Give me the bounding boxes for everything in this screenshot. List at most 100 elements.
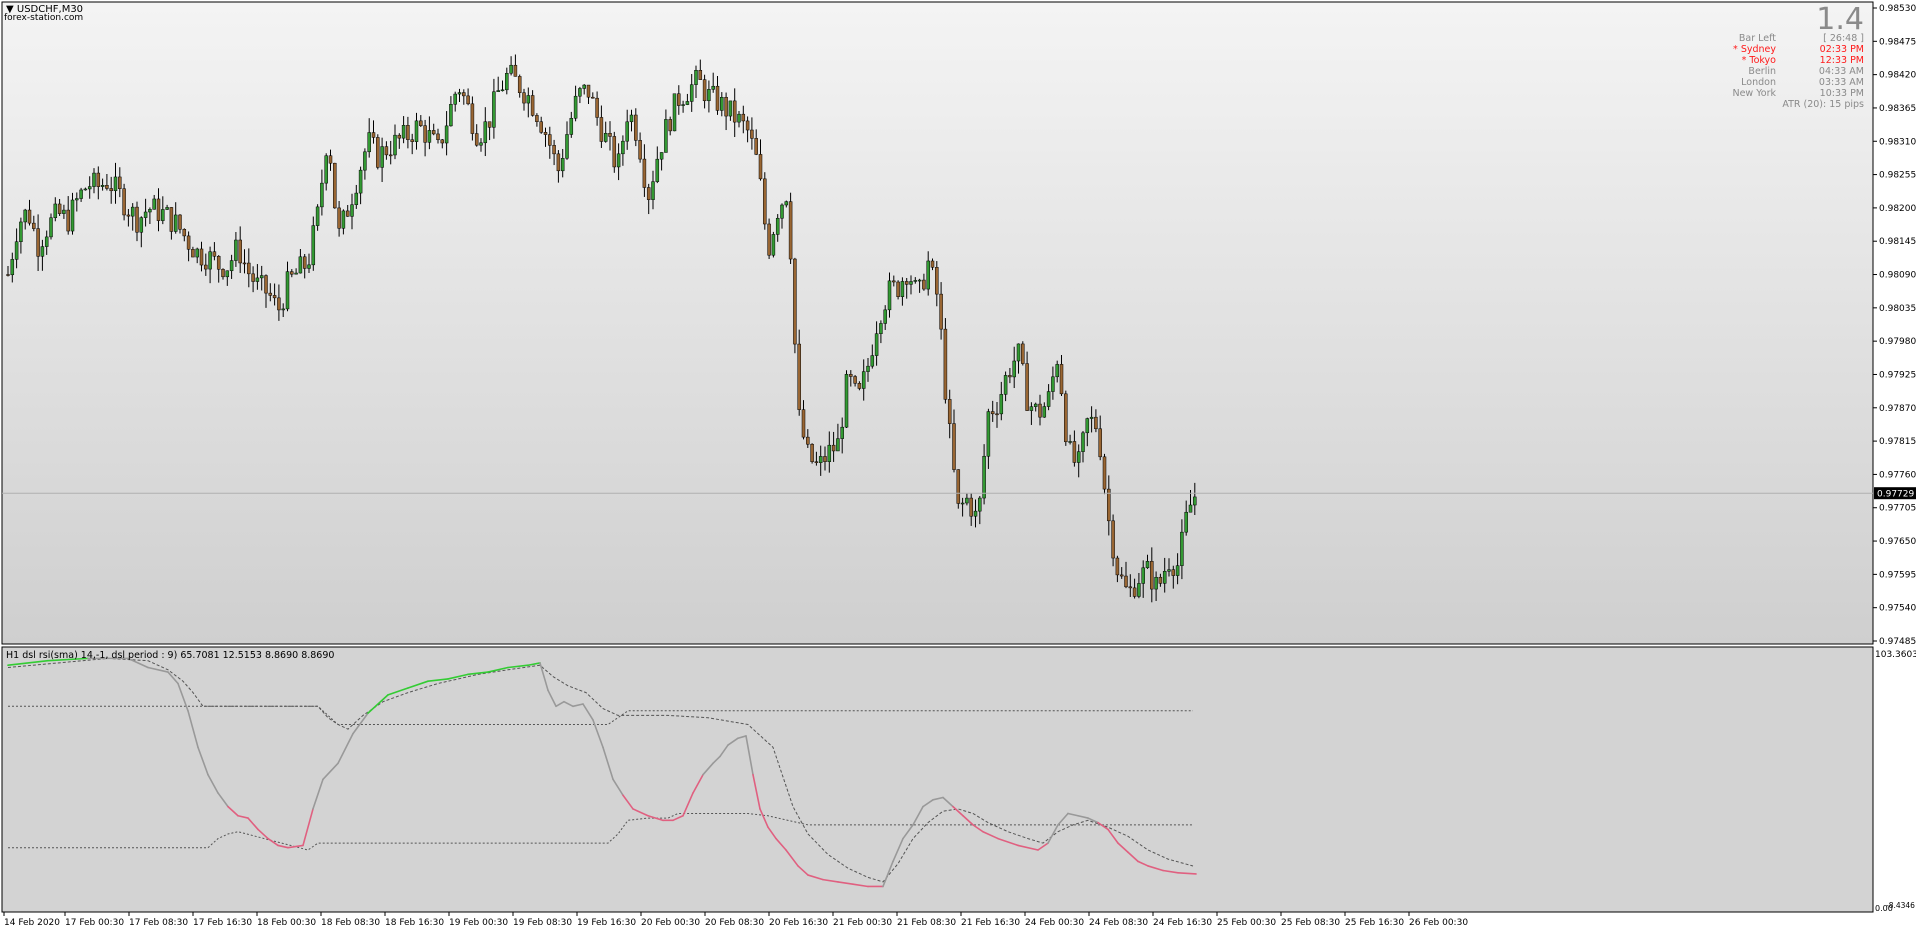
candle-body <box>182 229 187 237</box>
candle-body <box>440 139 445 144</box>
chart-canvas[interactable]: 0.98530 0.98475 0.98420 0.98365 0.98310 0.982… <box>0 0 1916 933</box>
time-tick-label: 19 Feb 16:30 <box>577 918 636 928</box>
candle-body <box>569 118 574 135</box>
candle-body <box>638 140 642 160</box>
candle-body <box>990 411 995 415</box>
candle-body <box>973 510 978 517</box>
candle-body <box>259 275 264 279</box>
candle-body <box>702 79 707 102</box>
time-tick-label: 20 Feb 16:30 <box>769 918 828 928</box>
candle-body <box>333 162 337 209</box>
candle-body <box>732 100 737 123</box>
candle-body <box>1124 575 1128 588</box>
price-tick-label: 0.98200 <box>1879 204 1916 214</box>
price-tick-label: 0.98475 <box>1879 37 1916 47</box>
price-tick-label: 0.98530 <box>1879 4 1916 14</box>
candle-body <box>552 145 556 155</box>
candle-body <box>586 84 591 98</box>
candle-body <box>221 269 225 278</box>
candle-body <box>1132 587 1137 597</box>
candle-body <box>806 436 810 445</box>
candle-body <box>247 262 251 275</box>
session-row: London 03:33 AM <box>1732 77 1864 88</box>
time-tick-label: 19 Feb 00:30 <box>449 918 508 928</box>
candle-body <box>466 95 470 105</box>
price-tick-label: 0.98420 <box>1879 71 1916 81</box>
candle-body <box>457 92 462 95</box>
time-tick-label: 17 Feb 08:30 <box>129 918 188 928</box>
session-row: * Tokyo 12:33 PM <box>1732 55 1864 66</box>
candle-body <box>922 279 926 290</box>
candle-body <box>487 121 492 128</box>
session-label: Bar Left <box>1738 33 1776 44</box>
candle-body <box>505 73 509 91</box>
price-tick-label: 0.97540 <box>1879 604 1916 614</box>
time-tick-label: 20 Feb 08:30 <box>705 918 764 928</box>
candle-body <box>711 85 715 90</box>
candle-body <box>595 97 599 118</box>
candle-body <box>616 153 621 168</box>
candle-body <box>1180 531 1184 566</box>
candle-body <box>646 187 651 200</box>
candle-body <box>771 234 776 256</box>
session-row: Bar Left [ 26:48 ] <box>1732 33 1864 44</box>
candle-body <box>853 376 857 384</box>
candle-body <box>599 117 604 142</box>
price-tick-label: 0.97760 <box>1879 470 1916 480</box>
candle-body <box>849 374 853 377</box>
candle-body <box>79 189 83 199</box>
candle-body <box>1154 576 1158 590</box>
candle-body <box>384 146 389 156</box>
candle-body <box>315 206 320 226</box>
candle-body <box>1051 376 1055 392</box>
candle-body <box>307 264 311 269</box>
candle-body <box>1184 511 1188 533</box>
candle-body <box>621 140 625 155</box>
candle-body <box>57 203 62 214</box>
candle-body <box>1076 451 1081 463</box>
candle-body <box>1081 432 1085 452</box>
candle-body <box>659 152 664 160</box>
candle-body <box>612 136 617 168</box>
price-tick-label: 0.97595 <box>1879 570 1916 580</box>
candle-body <box>1068 441 1072 443</box>
candle-body <box>664 119 668 153</box>
candle-body <box>255 277 260 282</box>
candle-body <box>1137 583 1141 597</box>
candle-body <box>294 272 298 275</box>
candle-body <box>96 172 101 187</box>
candle-body <box>556 153 561 172</box>
candle-body <box>23 209 27 223</box>
candle-body <box>1094 416 1098 430</box>
candle-body <box>840 426 844 439</box>
candle-body <box>462 92 466 97</box>
candle-body <box>952 423 956 470</box>
candle-body <box>436 133 440 141</box>
price-tick-label: 0.98365 <box>1879 104 1916 114</box>
candle-body <box>999 394 1004 415</box>
candle-body <box>186 235 191 250</box>
candle-body <box>720 96 724 111</box>
candle-body <box>1008 375 1012 378</box>
candle-body <box>535 115 539 122</box>
session-label: London <box>1741 77 1776 88</box>
candle-body <box>909 281 913 285</box>
time-tick-label: 24 Feb 08:30 <box>1089 918 1148 928</box>
candle-body <box>406 125 410 140</box>
candle-body <box>130 206 135 217</box>
candle-body <box>797 343 801 410</box>
price-tick-label: 0.97870 <box>1879 404 1916 414</box>
candle-body <box>350 204 354 217</box>
candle-body <box>784 201 789 206</box>
time-tick-label: 25 Feb 08:30 <box>1281 918 1340 928</box>
time-tick-label: 21 Feb 00:30 <box>833 918 892 928</box>
candle-body <box>724 96 728 117</box>
candle-body <box>861 371 866 389</box>
session-time: 03:33 AM <box>1818 77 1864 88</box>
candle-body <box>775 217 780 235</box>
candle-body <box>1085 418 1090 434</box>
price-tick-label: 0.98145 <box>1879 237 1916 247</box>
candle-body <box>277 297 281 311</box>
candle-body <box>655 158 660 182</box>
candle-body <box>169 207 174 232</box>
